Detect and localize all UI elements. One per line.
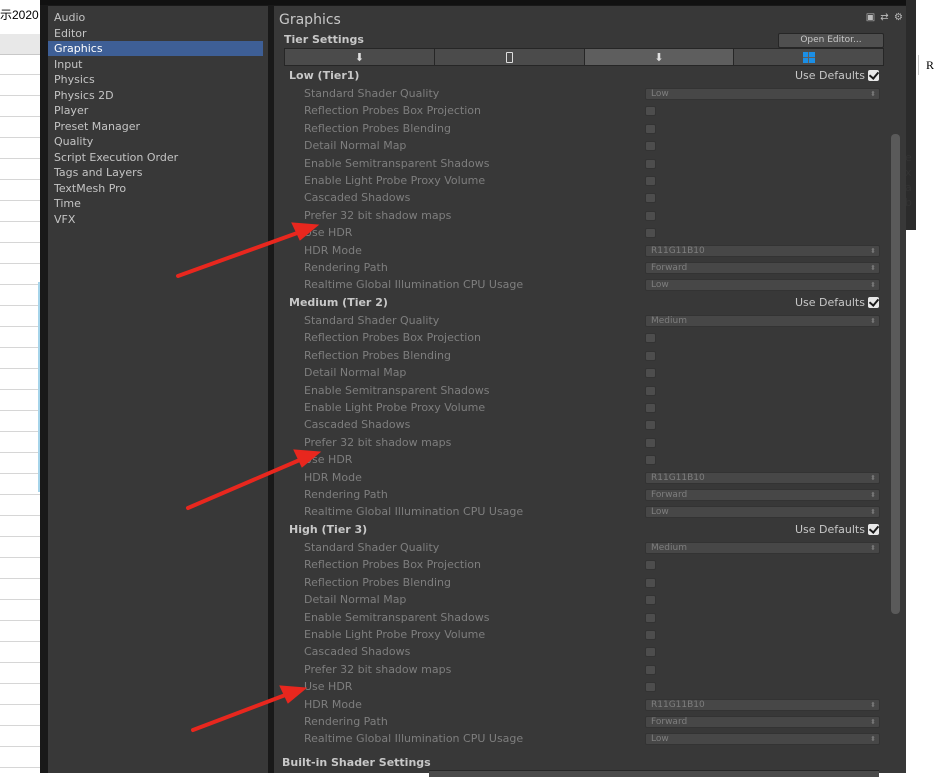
annotation-arrows xyxy=(176,222,322,732)
annotation-arrow-head xyxy=(293,449,322,468)
annotation-arrow-head xyxy=(291,222,320,241)
annotation-arrow-shaft xyxy=(191,692,290,732)
annotation-arrow-head xyxy=(279,685,308,704)
annotation-arrow-shaft xyxy=(176,230,302,278)
annotation-arrow-shaft xyxy=(186,457,304,510)
